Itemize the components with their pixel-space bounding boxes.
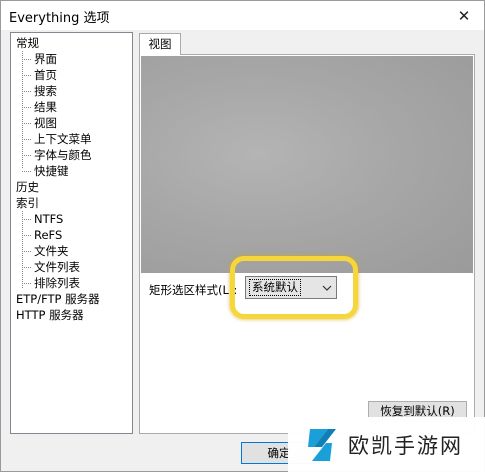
tree-connector: [22, 139, 31, 140]
tree-item-view[interactable]: 视图: [34, 115, 57, 131]
tree-item-refs[interactable]: ReFS: [34, 227, 62, 243]
tree-item-ui[interactable]: 界面: [34, 51, 57, 67]
options-dialog: Everything 选项 ✕ 常规 界面 首页 搜索 结果 视图 上下文菜单 …: [0, 0, 485, 472]
tree-item-folders[interactable]: 文件夹: [34, 243, 69, 259]
tree-item-general[interactable]: 常规: [16, 35, 39, 51]
tree-item-context-menu[interactable]: 上下文菜单: [34, 131, 92, 147]
tree-item-results[interactable]: 结果: [34, 99, 57, 115]
window-title: Everything 选项: [9, 11, 110, 26]
tree-item-fonts-colors[interactable]: 字体与颜色: [34, 147, 92, 163]
watermark-text: 欧凯手游网: [348, 433, 463, 458]
tree-connector: [22, 107, 31, 108]
tree-item-shortcuts[interactable]: 快捷键: [34, 163, 69, 179]
tree-connector: [22, 171, 31, 172]
watermark-logo-icon: [308, 428, 336, 461]
tree-item-ntfs[interactable]: NTFS: [34, 211, 63, 227]
selection-preview: [141, 56, 473, 273]
tree-item-home[interactable]: 首页: [34, 67, 57, 83]
tree-connector: [22, 219, 31, 220]
close-icon[interactable]: ✕: [444, 1, 484, 30]
options-tree: 常规 界面 首页 搜索 结果 视图 上下文菜单 字体与颜色 快捷键 历史 索引 …: [10, 32, 133, 434]
tree-connector: [22, 283, 31, 284]
tab-view[interactable]: 视图: [139, 33, 181, 55]
tree-item-etp-ftp-server[interactable]: ETP/FTP 服务器: [16, 291, 100, 307]
watermark: 欧凯手游网: [288, 417, 485, 472]
rect-style-label: 矩形选区样式(L):: [149, 283, 238, 297]
tree-connector: [22, 75, 31, 76]
tree-connector: [22, 267, 31, 268]
tree-connector: [22, 155, 31, 156]
tree-connector: [22, 91, 31, 92]
tree-connector: [22, 235, 31, 236]
tree-item-history[interactable]: 历史: [16, 179, 39, 195]
highlight-annotation: [230, 256, 358, 319]
tree-connector: [22, 51, 23, 168]
tree-connector: [22, 59, 31, 60]
tree-item-http-server[interactable]: HTTP 服务器: [16, 307, 84, 323]
tree-connector: [22, 211, 23, 288]
tree-item-file-lists[interactable]: 文件列表: [34, 259, 80, 275]
title-bar: Everything 选项 ✕: [1, 1, 484, 30]
tree-item-exclude-list[interactable]: 排除列表: [34, 275, 80, 291]
tree-connector: [22, 251, 31, 252]
tree-item-search[interactable]: 搜索: [34, 83, 57, 99]
tree-item-index[interactable]: 索引: [16, 195, 39, 211]
tree-connector: [22, 123, 31, 124]
